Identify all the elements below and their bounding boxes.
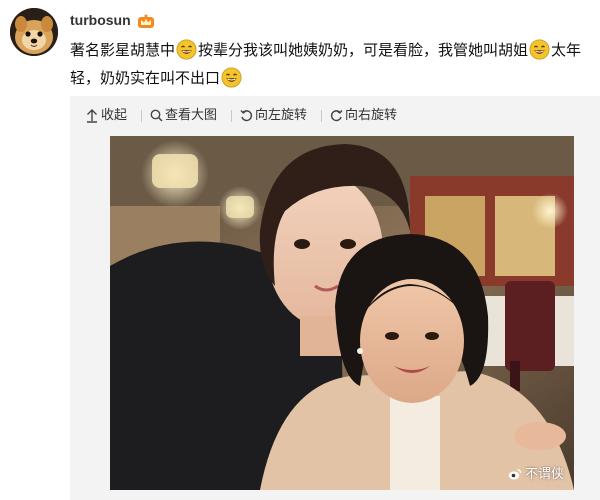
rotate-left-icon [240,110,253,122]
post-text-part-1: 著名影星胡慧中 [70,41,176,59]
rotate-left-label: 向左旋转 [255,108,308,123]
post-text: 著名影星胡慧中 按辈分我该叫她姨奶奶，可是看脸，我管她叫胡姐 太年轻，奶奶实在叫不出… [70,36,590,92]
laughing-emoji-icon [529,39,550,60]
rotate-right-label: 向右旋转 [345,108,398,123]
user-avatar[interactable] [10,8,58,56]
toolbar-divider [321,110,322,122]
post-text-part-2: 按辈分我该叫她姨奶奶，可是看脸，我管她叫胡姐 [198,41,529,59]
view-large-label: 查看大图 [165,108,218,123]
collapse-arrow-icon [87,109,97,123]
selfie-photo-image [110,136,574,490]
collapse-label: 收起 [101,108,128,123]
post-photo[interactable]: 不谓侠 [110,136,574,490]
watermark: 不谓侠 [508,463,564,482]
dog-avatar-image [10,8,58,56]
toolbar-divider [141,110,142,122]
rotate-right-icon [330,110,343,122]
laughing-emoji-icon [176,39,197,60]
watermark-text: 不谓侠 [524,467,564,482]
media-card: 收起 查看大图 向左旋转 向右旋转 不谓侠 [70,96,600,500]
username[interactable]: turbosun [70,12,131,28]
weibo-logo-icon [508,468,522,480]
toolbar-divider [231,110,232,122]
search-icon [150,109,163,122]
laughing-emoji-icon [221,67,242,88]
vip-badge-icon[interactable] [137,13,155,33]
